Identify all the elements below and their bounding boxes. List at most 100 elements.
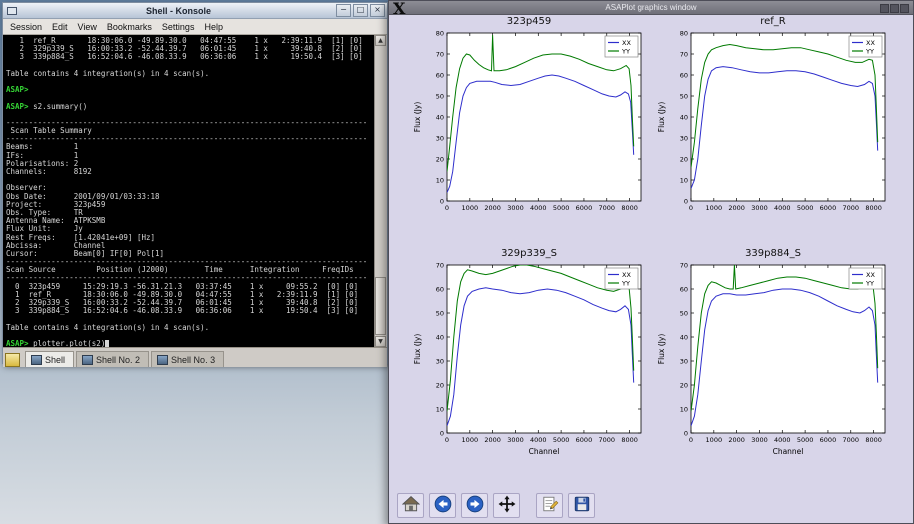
asaplot-titlebar[interactable]: X ASAPlot graphics window: [389, 1, 913, 15]
svg-text:10: 10: [436, 405, 444, 413]
menu-view[interactable]: View: [73, 21, 102, 33]
svg-text:80: 80: [680, 29, 688, 37]
menu-bookmarks[interactable]: Bookmarks: [102, 21, 157, 33]
back-icon: [434, 495, 452, 516]
svg-text:0: 0: [689, 436, 693, 444]
svg-text:0: 0: [440, 429, 444, 437]
terminal-line: Table contains 4 integration(s) in 4 sca…: [6, 70, 375, 78]
window-button-3[interactable]: [900, 4, 909, 13]
konsole-window-title: Shell - Konsole: [21, 6, 336, 16]
menu-help[interactable]: Help: [199, 21, 228, 33]
svg-text:5000: 5000: [797, 204, 814, 212]
menu-settings[interactable]: Settings: [157, 21, 200, 33]
edit-icon: [541, 495, 559, 516]
shell-tab-icon: [82, 355, 93, 365]
svg-text:70: 70: [436, 50, 444, 58]
tab-label: Shell No. 3: [171, 355, 215, 365]
svg-text:2000: 2000: [484, 436, 501, 444]
terminal-scrollbar[interactable]: ▲ ▼: [374, 35, 387, 347]
svg-text:2000: 2000: [728, 436, 745, 444]
svg-text:5000: 5000: [797, 436, 814, 444]
svg-text:60: 60: [436, 285, 444, 293]
subplot-title: 323p459: [411, 16, 647, 29]
svg-text:60: 60: [680, 285, 688, 293]
terminal-line: Table contains 4 integration(s) in 4 sca…: [6, 324, 375, 332]
terminal-area: 1 ref_R 18:30:06.0 -49.89.30.0 04:47:55 …: [3, 35, 387, 347]
svg-text:4000: 4000: [530, 204, 547, 212]
svg-text:2000: 2000: [484, 204, 501, 212]
scroll-up-icon[interactable]: ▲: [375, 35, 386, 46]
tab-label: Shell No. 2: [96, 355, 140, 365]
save-button[interactable]: [568, 493, 595, 518]
svg-text:7000: 7000: [598, 436, 615, 444]
edit-button[interactable]: [536, 493, 563, 518]
tab-shell-no-2[interactable]: Shell No. 2: [76, 351, 149, 367]
save-icon: [573, 495, 591, 516]
maximize-button[interactable]: □: [353, 4, 368, 17]
terminal-line: [6, 78, 375, 86]
svg-text:6000: 6000: [820, 436, 837, 444]
figure-grid: 323p459010203040506070800100020003000400…: [411, 16, 891, 474]
svg-text:2000: 2000: [728, 204, 745, 212]
forward-button[interactable]: [461, 493, 488, 518]
svg-text:Flux (Jy): Flux (Jy): [413, 102, 422, 133]
svg-text:8000: 8000: [865, 204, 882, 212]
back-button[interactable]: [429, 493, 456, 518]
new-session-icon[interactable]: [5, 353, 20, 367]
svg-text:0: 0: [684, 197, 688, 205]
svg-text:60: 60: [436, 71, 444, 79]
minimize-button[interactable]: −: [336, 4, 351, 17]
menu-session[interactable]: Session: [5, 21, 47, 33]
svg-text:YY: YY: [865, 47, 874, 55]
terminal-line: 3 339p884_S 16:52:04.6 -46.08.33.9 06:36…: [6, 307, 375, 315]
close-button[interactable]: ×: [370, 4, 385, 17]
svg-text:XX: XX: [866, 39, 875, 47]
x11-icon: X: [393, 0, 405, 18]
svg-text:1000: 1000: [706, 204, 723, 212]
svg-text:40: 40: [436, 333, 444, 341]
svg-text:Channel: Channel: [773, 447, 804, 456]
svg-text:70: 70: [680, 50, 688, 58]
svg-text:XX: XX: [622, 39, 631, 47]
svg-text:6000: 6000: [820, 204, 837, 212]
tab-label: Shell: [45, 355, 65, 365]
svg-text:7000: 7000: [842, 204, 859, 212]
scrollbar-thumb[interactable]: [375, 277, 386, 335]
svg-text:0: 0: [440, 197, 444, 205]
subplot-title: 329p339_S: [411, 248, 647, 261]
svg-text:20: 20: [680, 155, 688, 163]
menu-edit[interactable]: Edit: [47, 21, 73, 33]
asaplot-window-title: ASAPlot graphics window: [389, 1, 913, 14]
svg-text:4000: 4000: [530, 436, 547, 444]
plot-canvas[interactable]: 0102030405060700100020003000400050006000…: [411, 261, 647, 473]
plot-canvas[interactable]: 0102030405060700100020003000400050006000…: [655, 261, 891, 473]
pan-icon: [498, 495, 516, 516]
plot-canvas[interactable]: 0102030405060708001000200030004000500060…: [655, 29, 891, 241]
subplot-329p339_S: 329p339_S0102030405060700100020003000400…: [411, 248, 647, 474]
terminal-line: ASAP> s2.summary(): [6, 103, 375, 111]
svg-text:70: 70: [680, 261, 688, 269]
window-button-1[interactable]: [880, 4, 889, 13]
window-button-2[interactable]: [890, 4, 899, 13]
svg-text:3000: 3000: [751, 204, 768, 212]
svg-text:50: 50: [436, 92, 444, 100]
svg-text:7000: 7000: [598, 204, 615, 212]
svg-text:YY: YY: [621, 47, 630, 55]
home-button[interactable]: [397, 493, 424, 518]
forward-icon: [466, 495, 484, 516]
pan-button[interactable]: [493, 493, 520, 518]
subplot-ref_R: ref_R01020304050607080010002000300040005…: [655, 16, 891, 242]
konsole-titlebar[interactable]: Shell - Konsole − □ ×: [3, 3, 387, 19]
svg-text:8000: 8000: [865, 436, 882, 444]
svg-text:0: 0: [445, 204, 449, 212]
terminal-line: ASAP>: [6, 86, 375, 94]
text-cursor: [105, 340, 109, 347]
scroll-down-icon[interactable]: ▼: [375, 336, 386, 347]
terminal-output[interactable]: 1 ref_R 18:30:06.0 -49.89.30.0 04:47:55 …: [3, 35, 375, 347]
svg-text:6000: 6000: [576, 204, 593, 212]
plot-canvas[interactable]: 0102030405060708001000200030004000500060…: [411, 29, 647, 241]
subplot-title: 339p884_S: [655, 248, 891, 261]
svg-text:6000: 6000: [576, 436, 593, 444]
tab-shell[interactable]: Shell: [25, 351, 74, 367]
tab-shell-no-3[interactable]: Shell No. 3: [151, 351, 224, 367]
